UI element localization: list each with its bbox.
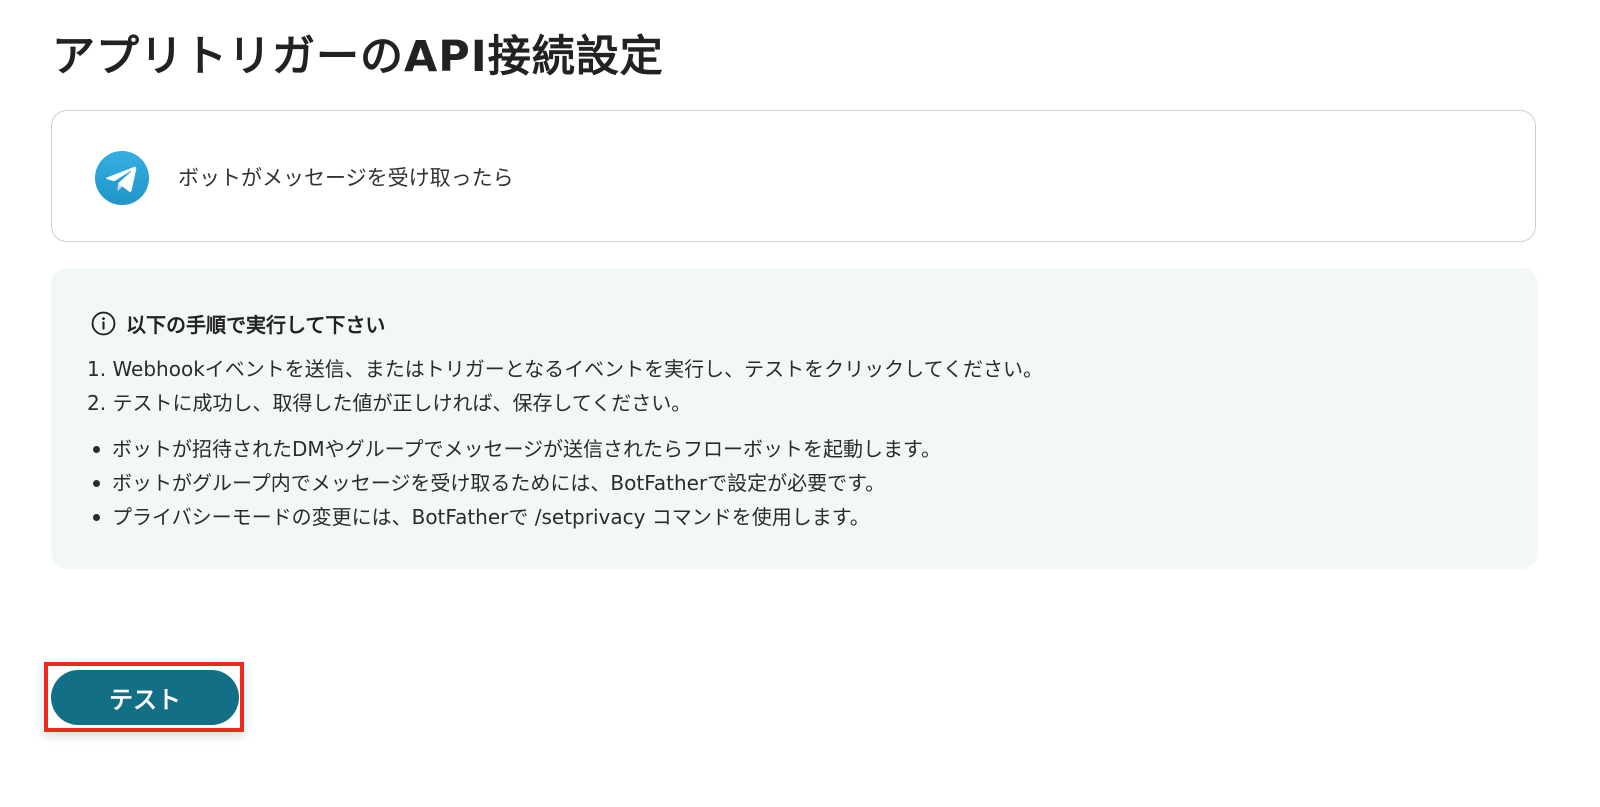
note-item: プライバシーモードの変更には、BotFatherで /setprivacy コマ… xyxy=(87,500,941,534)
steps-list: 1. Webhookイベントを送信、またはトリガーとなるイベントを実行し、テスト… xyxy=(87,352,1043,420)
note-text: ボットがグループ内でメッセージを受け取るためには、BotFatherで設定が必要… xyxy=(112,471,886,495)
bullet-icon xyxy=(93,445,100,453)
test-button[interactable]: テスト xyxy=(51,670,239,725)
page-title: アプリトリガーのAPI接続設定 xyxy=(52,32,664,82)
trigger-card: ボットがメッセージを受け取ったら xyxy=(51,110,1536,242)
info-icon xyxy=(91,311,116,335)
note-item: ボットがグループ内でメッセージを受け取るためには、BotFatherで設定が必要… xyxy=(87,466,941,500)
note-text: ボットが招待されたDMやグループでメッセージが送信されたらフローボットを起動しま… xyxy=(112,437,942,461)
instructions-panel: 以下の手順で実行して下さい 1. Webhookイベントを送信、またはトリガーと… xyxy=(51,268,1538,569)
notes-list: ボットが招待されたDMやグループでメッセージが送信されたらフローボットを起動しま… xyxy=(87,432,941,534)
note-item: ボットが招待されたDMやグループでメッセージが送信されたらフローボットを起動しま… xyxy=(87,432,941,466)
telegram-icon xyxy=(95,151,149,205)
bullet-icon xyxy=(93,513,100,521)
trigger-label: ボットがメッセージを受け取ったら xyxy=(178,166,514,190)
bullet-icon xyxy=(93,479,100,487)
step-item: 1. Webhookイベントを送信、またはトリガーとなるイベントを実行し、テスト… xyxy=(87,357,1043,381)
instructions-heading: 以下の手順で実行して下さい xyxy=(91,308,385,338)
step-item: 2. テストに成功し、取得した値が正しければ、保存してください。 xyxy=(87,391,692,415)
note-text: プライバシーモードの変更には、BotFatherで /setprivacy コマ… xyxy=(112,505,870,529)
instructions-heading-text: 以下の手順で実行して下さい xyxy=(126,312,386,337)
